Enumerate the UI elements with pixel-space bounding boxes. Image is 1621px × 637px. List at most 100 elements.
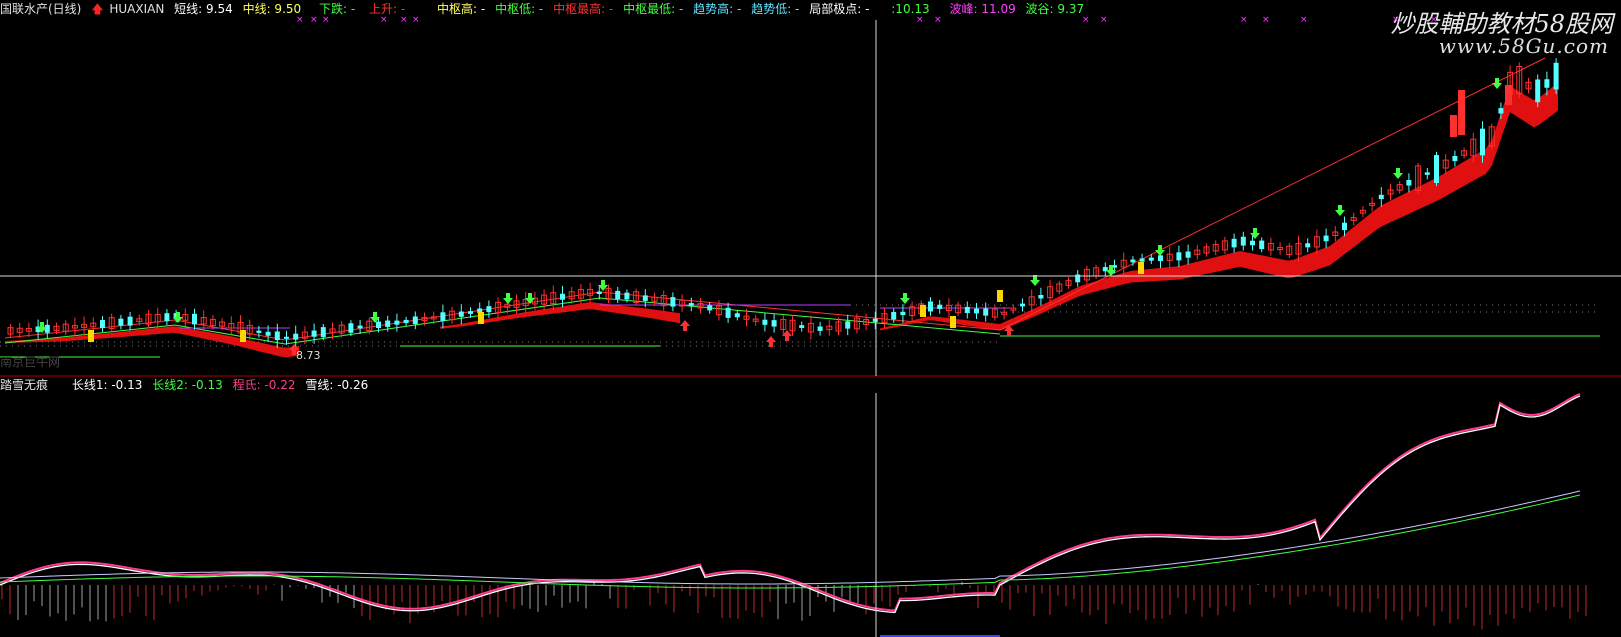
candle-body (1305, 243, 1311, 248)
candle-body (964, 306, 970, 314)
sell-arrow-icon (1030, 275, 1040, 286)
candle-body (1553, 62, 1559, 90)
oscillator (0, 393, 1587, 637)
candle-body (642, 295, 648, 301)
breakout-candle (1450, 115, 1457, 137)
candle-body (311, 330, 317, 337)
sub-panel-title[interactable]: 踏雪无痕 (0, 378, 48, 392)
candle-body (1038, 294, 1044, 299)
cross-mark-icon: × (412, 15, 420, 25)
cross-mark-icon: × (1300, 15, 1308, 25)
cross-mark-icon: × (934, 15, 942, 25)
pink-line (0, 393, 1581, 612)
candle-body (799, 325, 805, 328)
signal-markers: × × × × × × × × × × × × × × × (37, 15, 1502, 355)
chart-canvas[interactable]: × × × × × × × × × × × × × × × (0, 0, 1621, 637)
sub-panel-item: 程氏: -0.22 (232, 378, 296, 392)
candle-body (458, 311, 464, 317)
faint-source-label: 南京巨牛网 (0, 355, 61, 369)
candle-body (192, 313, 197, 325)
candle-body (403, 319, 409, 324)
candle-body (707, 305, 713, 311)
candle-body (394, 320, 400, 325)
breakout-candle (1505, 85, 1512, 105)
candle-body (974, 308, 979, 314)
candle-body (468, 311, 473, 314)
candle-body (1250, 240, 1255, 246)
cross-mark-icon: × (400, 15, 408, 25)
candle-body (734, 313, 740, 318)
cross-mark-icon: × (1100, 15, 1108, 25)
sub-panel-header: 踏雪无痕 长线1: -0.13 长线2: -0.13 程氏: -0.22 雪线:… (0, 378, 374, 392)
candle-body (1424, 172, 1430, 175)
sub-panel-item: 雪线: -0.26 (305, 378, 369, 392)
candle-body (762, 319, 768, 325)
sub-panel-item: 长线2: -0.13 (152, 378, 223, 392)
signal-candle (240, 330, 246, 342)
sub-panel-item: 长线1: -0.13 (71, 378, 143, 392)
candle-body (1406, 180, 1412, 186)
candle-body (560, 293, 565, 300)
signal-candle (478, 312, 484, 324)
cross-mark-icon: × (1262, 15, 1270, 25)
sell-arrow-icon (1492, 78, 1502, 89)
cross-mark-icon: × (296, 15, 304, 25)
cross-mark-icon: × (380, 15, 388, 25)
candle-body (725, 307, 731, 318)
candle-body (256, 330, 262, 333)
candle-body (265, 331, 271, 336)
buy-arrow-icon (680, 320, 690, 331)
candle-body (1158, 255, 1163, 262)
candle-body (357, 325, 363, 329)
candle-body (376, 321, 381, 329)
candle-body (1231, 238, 1237, 248)
sell-arrow-icon (1393, 168, 1403, 179)
candle-body (670, 297, 676, 307)
candle-body (872, 318, 878, 322)
buy-arrow-icon (766, 336, 776, 347)
sell-arrow-icon (503, 293, 513, 304)
candle-body (1020, 303, 1025, 307)
candle-body (385, 320, 391, 327)
candle-body (320, 327, 326, 338)
ribbon-segment (440, 302, 680, 329)
cross-mark-icon: × (1082, 15, 1090, 25)
candle-body (118, 318, 124, 326)
sell-arrow-icon (1335, 205, 1345, 216)
cross-mark-icon: × (1392, 15, 1400, 25)
breakout-candle (1458, 90, 1465, 135)
candle-body (440, 312, 446, 321)
candle-body (348, 323, 354, 333)
low-price-label: 8.73 (296, 349, 321, 362)
candle-body (891, 311, 897, 320)
signal-candle (88, 330, 94, 342)
signal-candle (920, 305, 926, 317)
candle-body (928, 301, 933, 312)
sell-arrow-icon (1155, 245, 1165, 256)
candle-body (1240, 236, 1246, 246)
signal-candle (1138, 262, 1144, 274)
trend-ribbon (5, 82, 1558, 358)
candle-body (1130, 259, 1136, 263)
candle-body (164, 313, 170, 322)
candle-body (1498, 108, 1504, 114)
candle-body (615, 290, 621, 299)
candle-body (1535, 79, 1541, 103)
candle-body (1185, 251, 1191, 258)
candle-body (596, 291, 602, 295)
candle-body (100, 319, 105, 329)
candle-body (1434, 155, 1439, 183)
candle-body (44, 324, 50, 333)
candle-body (900, 311, 906, 316)
candle-body (983, 308, 989, 316)
candle-body (1323, 235, 1329, 242)
candlesticks[interactable] (7, 58, 1559, 348)
candle-body (1342, 222, 1347, 231)
candle-body (1176, 252, 1182, 261)
candle-body (1139, 258, 1145, 262)
signal-candle (950, 316, 956, 328)
candle-body (688, 303, 694, 306)
candle-body (486, 306, 492, 313)
candle-body (1480, 128, 1485, 156)
candle-body (1544, 79, 1550, 88)
